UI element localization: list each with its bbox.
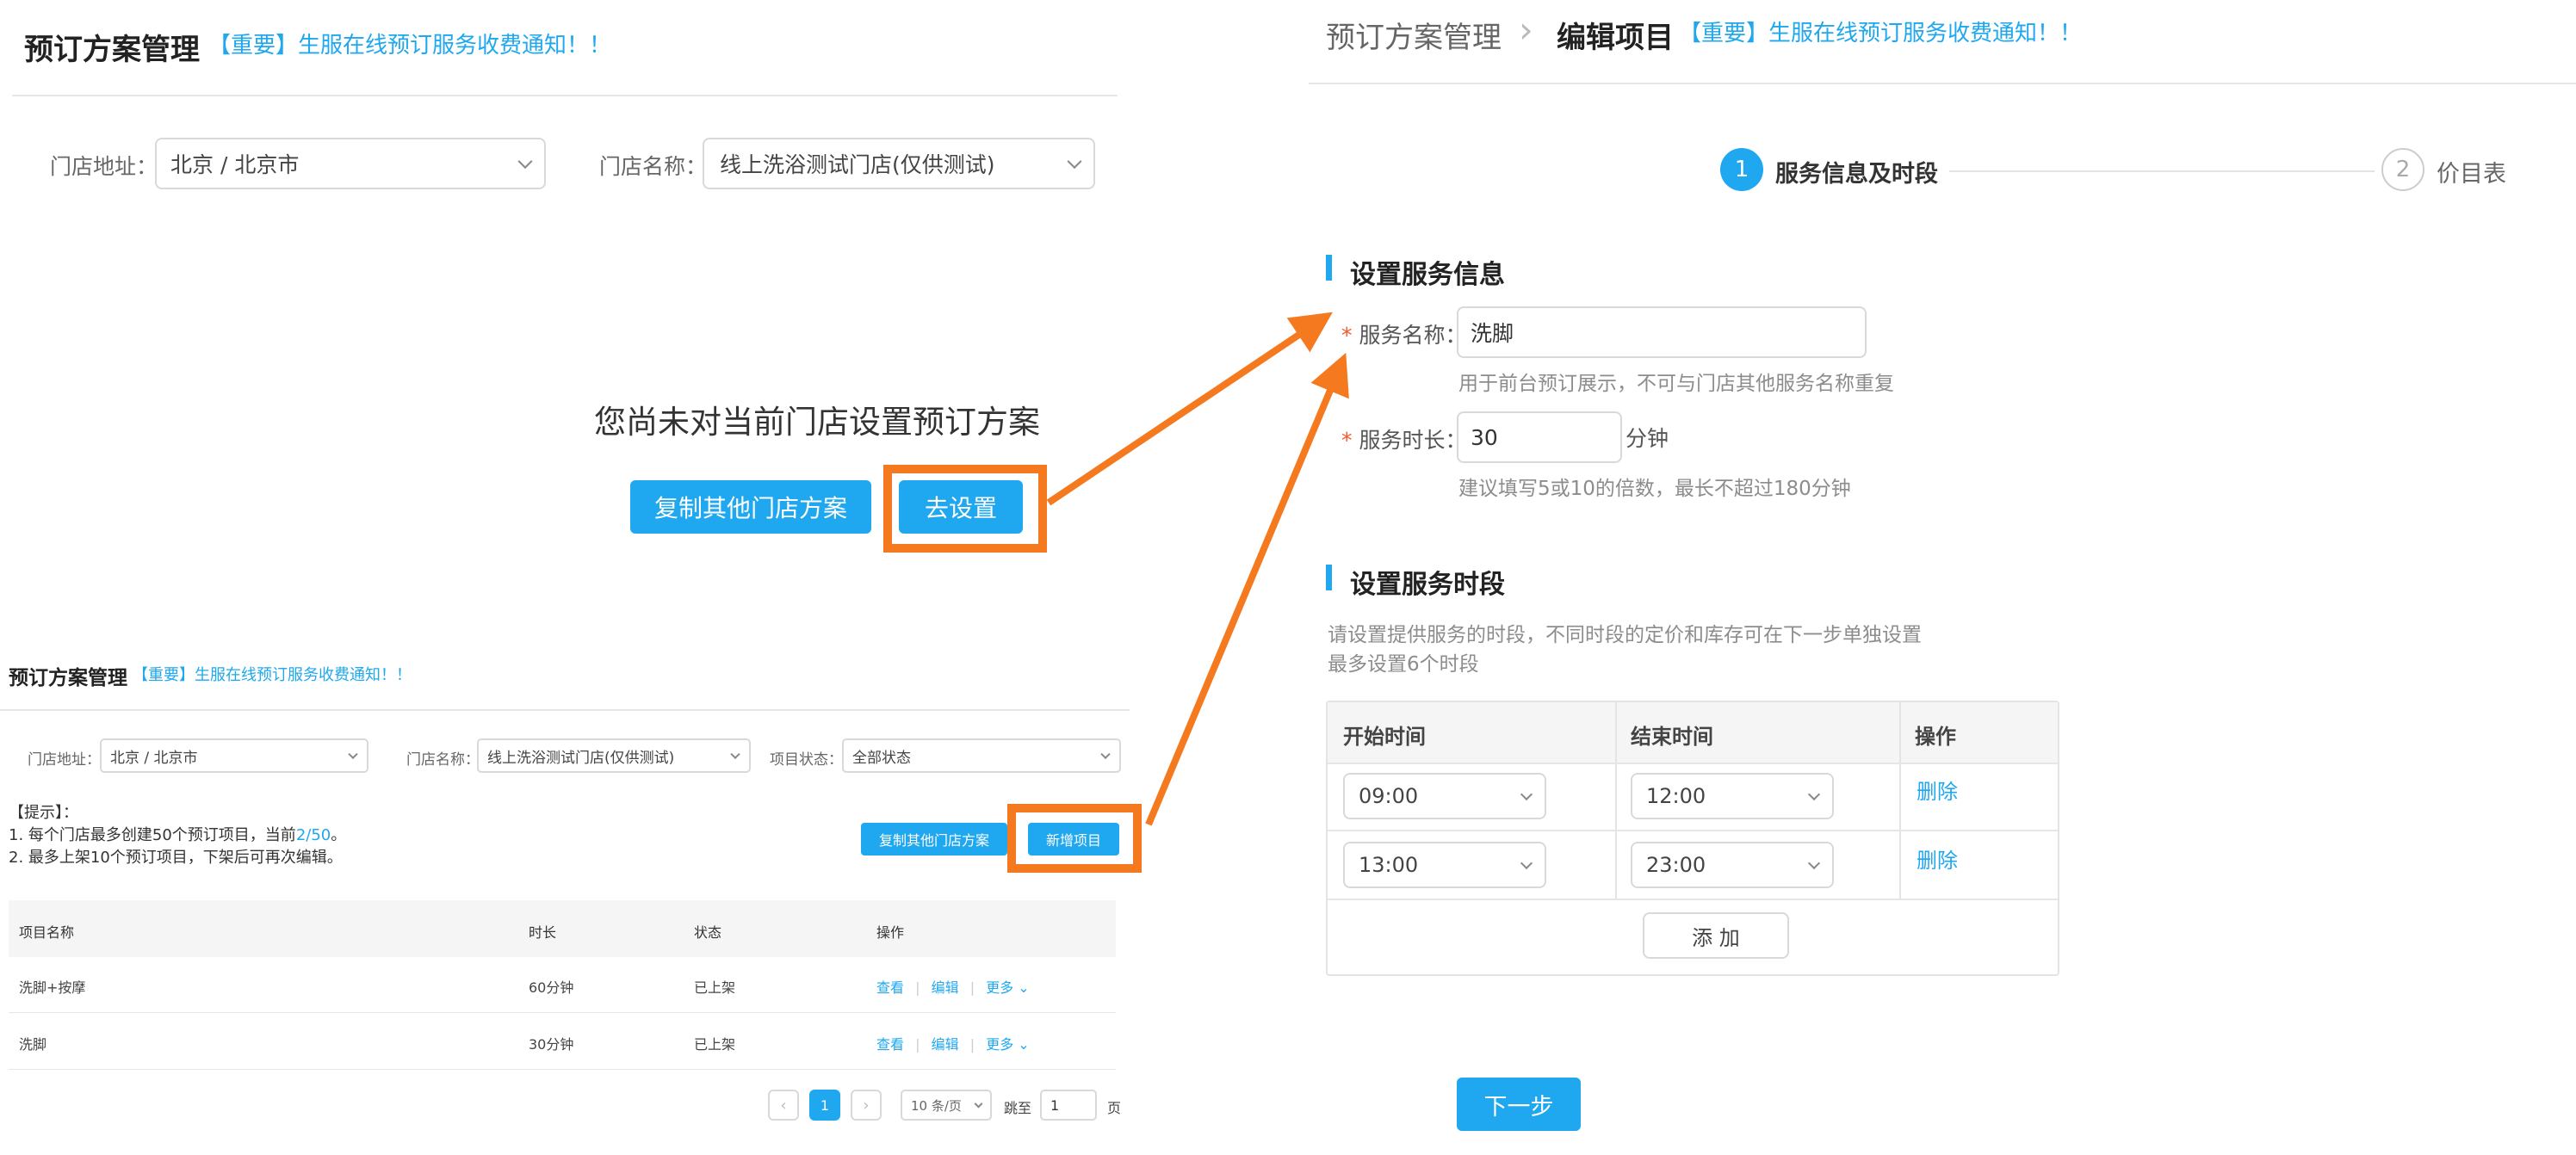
start-time-select[interactable]: 09:00 xyxy=(1343,773,1546,819)
chevron-down-icon xyxy=(1520,788,1533,801)
duration-unit: 分钟 xyxy=(1625,426,1669,451)
row-divider xyxy=(1328,763,2058,764)
step-connector xyxy=(1949,170,2375,172)
next-step-button[interactable]: 下一步 xyxy=(1457,1078,1581,1131)
start-time-select[interactable]: 13:00 xyxy=(1343,842,1546,888)
service-duration-input[interactable]: 30 xyxy=(1457,411,1622,463)
section-marker xyxy=(1326,255,1332,281)
name-help: 用于前台预订展示，不可与门店其他服务名称重复 xyxy=(1458,373,1894,395)
duration-help: 建议填写5或10的倍数，最长不超过180分钟 xyxy=(1458,478,1851,500)
section-marker xyxy=(1326,565,1332,590)
step-1-label: 服务信息及时段 xyxy=(1775,161,1938,188)
arrow-to-service-info xyxy=(1046,312,1333,506)
start-time-value: 09:00 xyxy=(1359,784,1419,808)
col-actions: 操作 xyxy=(1915,725,1956,749)
step-2-label: 价目表 xyxy=(2437,161,2506,188)
col-start-time: 开始时间 xyxy=(1343,725,1426,749)
breadcrumb-separator-icon: › xyxy=(1519,9,1533,51)
step-1-icon: 1 xyxy=(1720,148,1763,191)
breadcrumb-parent[interactable]: 预订方案管理 xyxy=(1326,14,1502,56)
name-label-text: 服务名称： xyxy=(1359,323,1467,348)
add-slot-button[interactable]: 添 加 xyxy=(1643,912,1789,959)
section-service-info: 设置服务信息 xyxy=(1350,260,1505,290)
col-divider xyxy=(1899,702,1901,900)
service-name-input[interactable]: 洗脚 xyxy=(1457,306,1867,358)
notice-link[interactable]: 【重要】生服在线预订服务收费通知！！ xyxy=(1679,15,2082,47)
chevron-down-icon xyxy=(1520,856,1533,870)
delete-slot-link[interactable]: 删除 xyxy=(1917,843,1958,874)
required-mark: * xyxy=(1341,323,1353,348)
end-time-select[interactable]: 23:00 xyxy=(1631,842,1834,888)
section-service-slots: 设置服务时段 xyxy=(1350,570,1505,600)
col-end-time: 结束时间 xyxy=(1631,725,1713,749)
col-divider xyxy=(1615,702,1617,900)
duration-label: * 服务时长： xyxy=(1341,423,1467,454)
required-mark: * xyxy=(1341,428,1353,453)
annotation-arrows xyxy=(1046,312,1349,826)
chevron-down-icon xyxy=(1807,788,1821,801)
chevron-down-icon xyxy=(1807,856,1821,870)
end-time-value: 12:00 xyxy=(1646,784,1706,808)
page-title: 编辑项目 xyxy=(1557,21,1674,55)
row-divider xyxy=(1328,899,2058,900)
step-2-icon: 2 xyxy=(2381,148,2424,191)
slot-help-1: 请设置提供服务的时段，不同时段的定价和库存可在下一步单独设置 xyxy=(1328,624,1922,646)
end-time-select[interactable]: 12:00 xyxy=(1631,773,1834,819)
name-label: * 服务名称： xyxy=(1341,318,1467,349)
delete-slot-link[interactable]: 删除 xyxy=(1917,775,1958,805)
divider xyxy=(1309,83,2576,84)
duration-label-text: 服务时长： xyxy=(1359,428,1467,453)
arrow-to-service-name xyxy=(1145,352,1349,826)
slot-help-2: 最多设置6个时段 xyxy=(1328,653,1479,676)
row-divider xyxy=(1328,830,2058,831)
end-time-value: 23:00 xyxy=(1646,853,1706,877)
start-time-value: 13:00 xyxy=(1359,853,1419,877)
